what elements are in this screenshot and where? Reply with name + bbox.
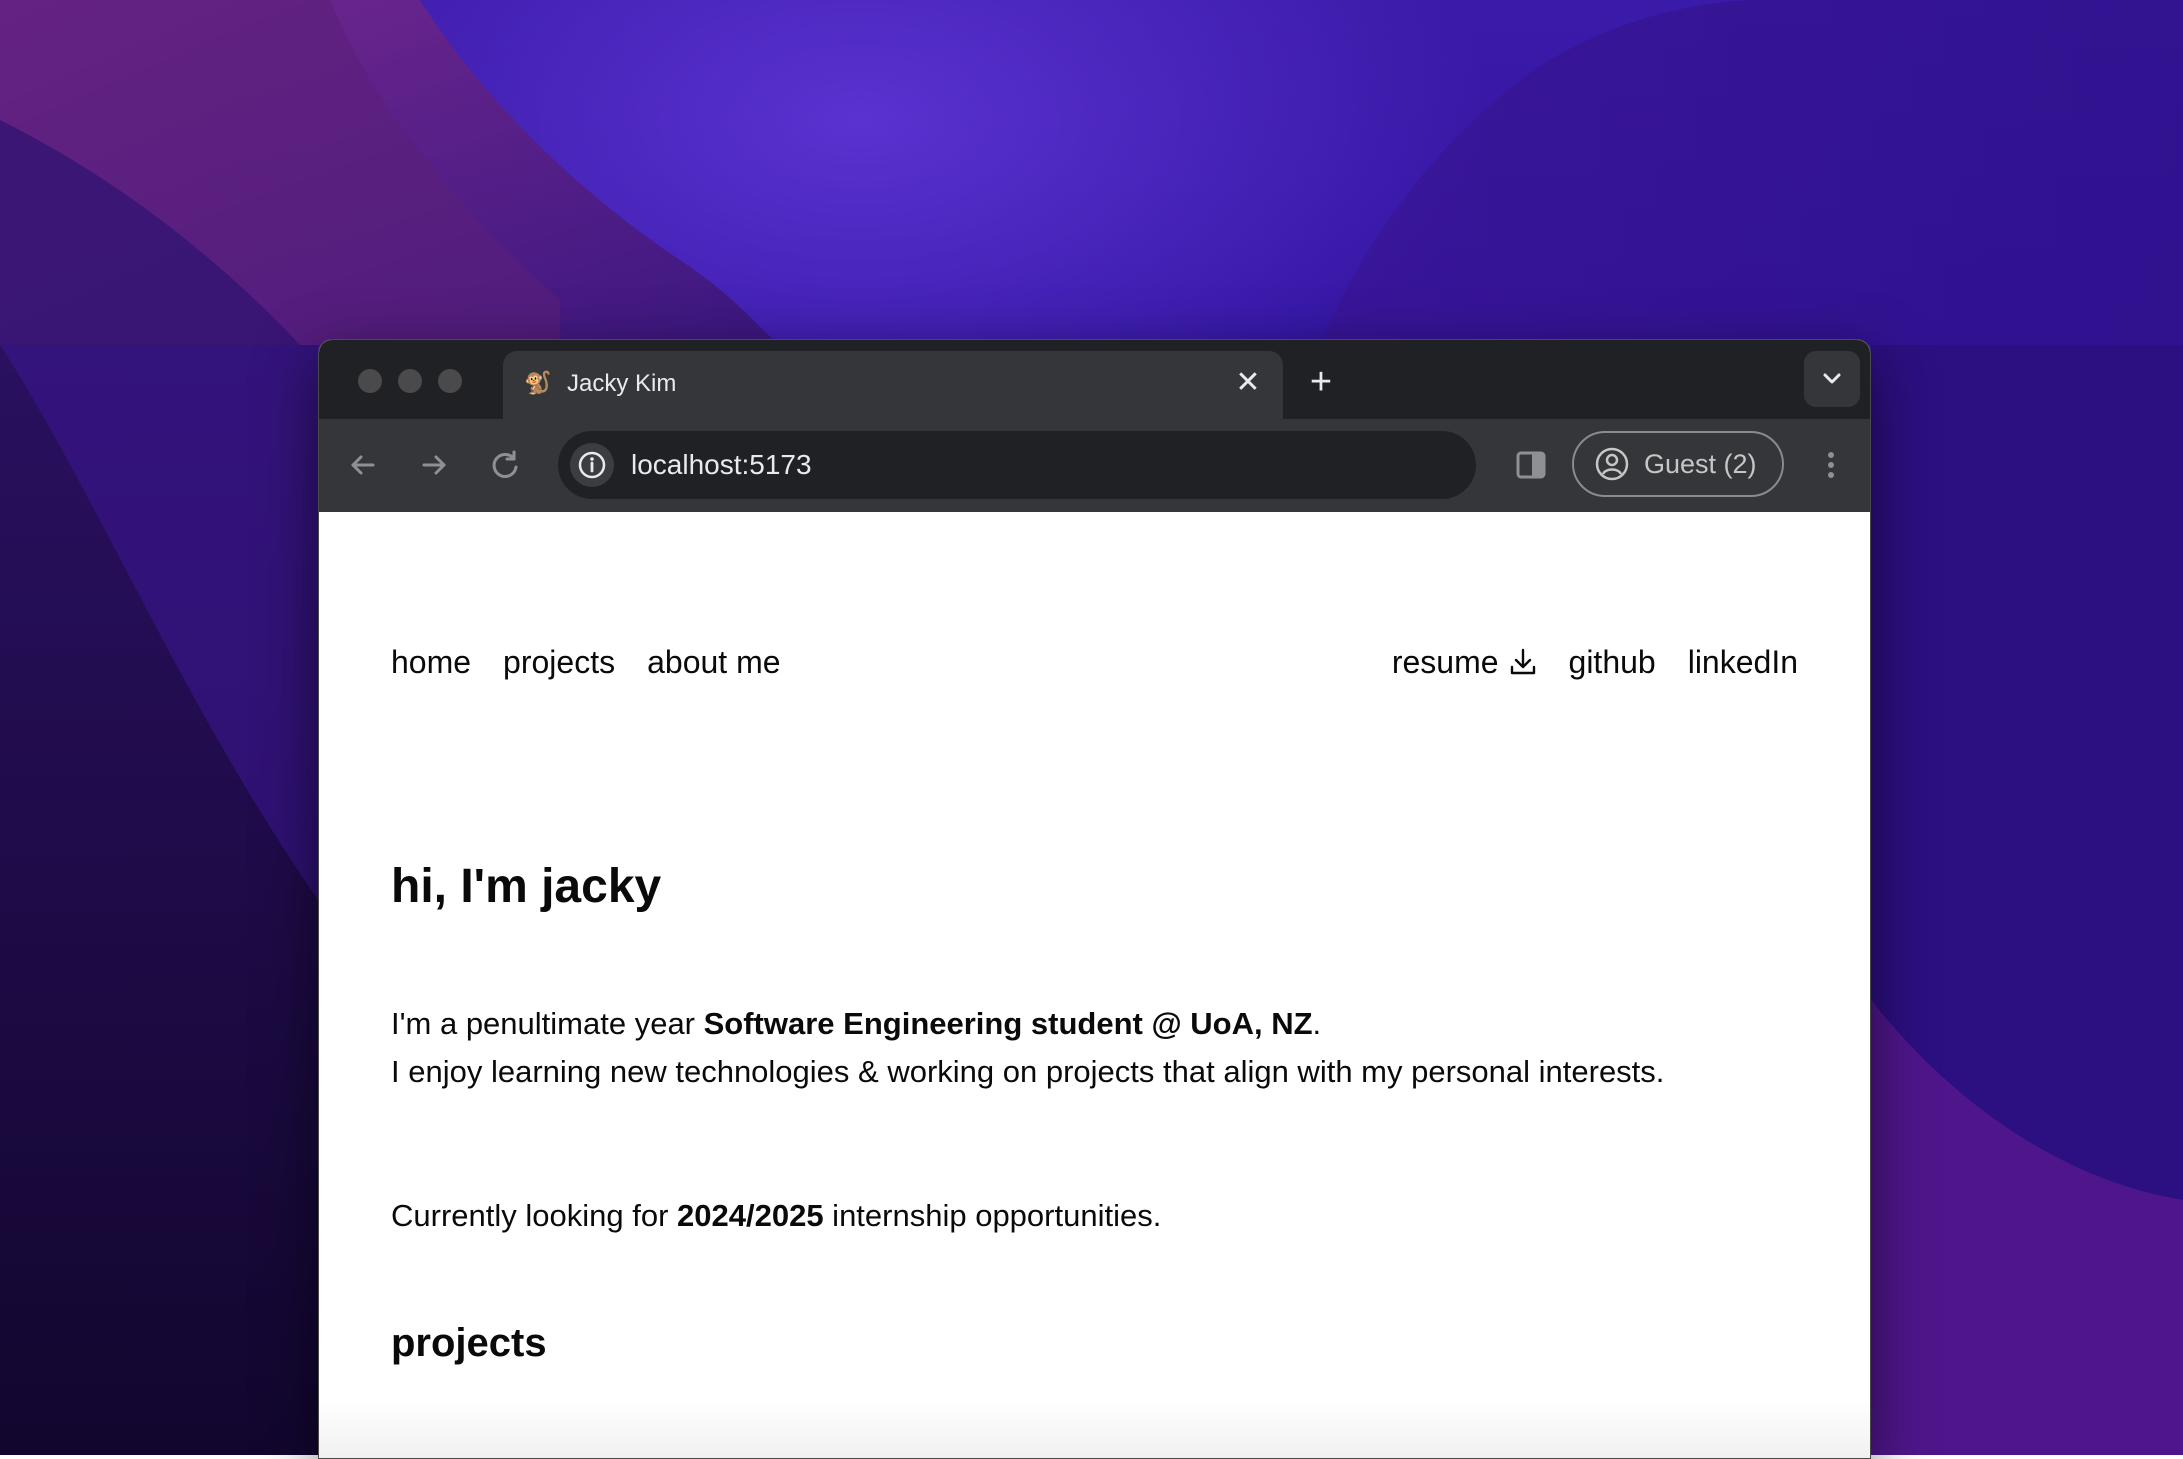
profile-button[interactable]: Guest (2)	[1572, 431, 1784, 497]
tab-search-button[interactable]	[1804, 351, 1860, 407]
browser-menu-button[interactable]	[1816, 443, 1846, 487]
profile-icon	[1595, 447, 1629, 481]
linkedin-link[interactable]: linkedIn	[1688, 642, 1798, 682]
chevron-down-icon	[1823, 373, 1841, 384]
more-vert-icon	[1828, 452, 1834, 478]
new-tab-button[interactable]: +	[1299, 360, 1343, 404]
nav-projects-link[interactable]: projects	[503, 642, 615, 682]
nav-about-link[interactable]: about me	[647, 642, 780, 682]
forward-arrow-icon	[422, 455, 446, 475]
external-links: resume github linkedIn	[1392, 642, 1798, 682]
side-panel-button[interactable]	[1509, 443, 1553, 487]
internship-line: Currently looking for 2024/2025 internsh…	[391, 1192, 1691, 1240]
tab-favicon-icon: 🐒	[524, 370, 552, 395]
forward-button[interactable]	[412, 443, 456, 487]
info-icon	[578, 451, 606, 479]
tab-active[interactable]: 🐒 Jacky Kim ✕	[503, 351, 1283, 419]
intro-line: I'm a penultimate year Software Engineer…	[391, 1000, 1691, 1048]
hero-title: hi, I'm jacky	[391, 860, 662, 913]
profile-label: Guest (2)	[1644, 449, 1757, 479]
reload-icon	[492, 450, 518, 478]
back-arrow-icon	[351, 455, 375, 475]
nav-home-link[interactable]: home	[391, 642, 471, 682]
tab-strip: 🐒 Jacky Kim ✕ +	[319, 340, 1870, 419]
resume-label: resume	[1391, 644, 1499, 680]
projects-section-title: projects	[391, 1321, 547, 1365]
bottom-fade	[319, 1400, 1870, 1458]
minimize-window-button[interactable]	[398, 369, 422, 393]
browser-toolbar: localhost:5173 Guest (2)	[319, 419, 1870, 512]
page-content: home projects about me resume github lin…	[319, 512, 1870, 1458]
download-icon	[1510, 648, 1535, 675]
url-text: localhost:5173	[631, 449, 812, 480]
site-info-button[interactable]	[570, 443, 614, 487]
intro-highlight: Software Engineering student @ UoA, NZ	[703, 1006, 1313, 1041]
browser-window: 🐒 Jacky Kim ✕ + localhost:5173 Guest (2)…	[318, 339, 1871, 1459]
primary-nav: home projects about me	[391, 642, 781, 682]
cta-prefix: Currently looking for	[391, 1198, 678, 1233]
tab-title: Jacky Kim	[567, 370, 677, 397]
intro-suffix: .	[1312, 1006, 1322, 1041]
resume-download-link[interactable]: resume	[1392, 642, 1537, 682]
intro-prefix: I'm a penultimate year	[391, 1006, 704, 1041]
cta-highlight: 2024/2025	[677, 1198, 824, 1233]
back-button[interactable]	[341, 443, 385, 487]
reload-button[interactable]	[483, 443, 527, 487]
maximize-window-button[interactable]	[438, 369, 462, 393]
address-bar[interactable]: localhost:5173	[558, 431, 1476, 499]
interests-line: I enjoy learning new technologies & work…	[391, 1054, 1665, 1089]
cta-suffix: internship opportunities.	[823, 1198, 1162, 1233]
side-panel-icon	[1516, 451, 1546, 479]
tab-close-button[interactable]: ✕	[1231, 366, 1265, 400]
github-link[interactable]: github	[1569, 642, 1656, 682]
close-window-button[interactable]	[358, 369, 382, 393]
